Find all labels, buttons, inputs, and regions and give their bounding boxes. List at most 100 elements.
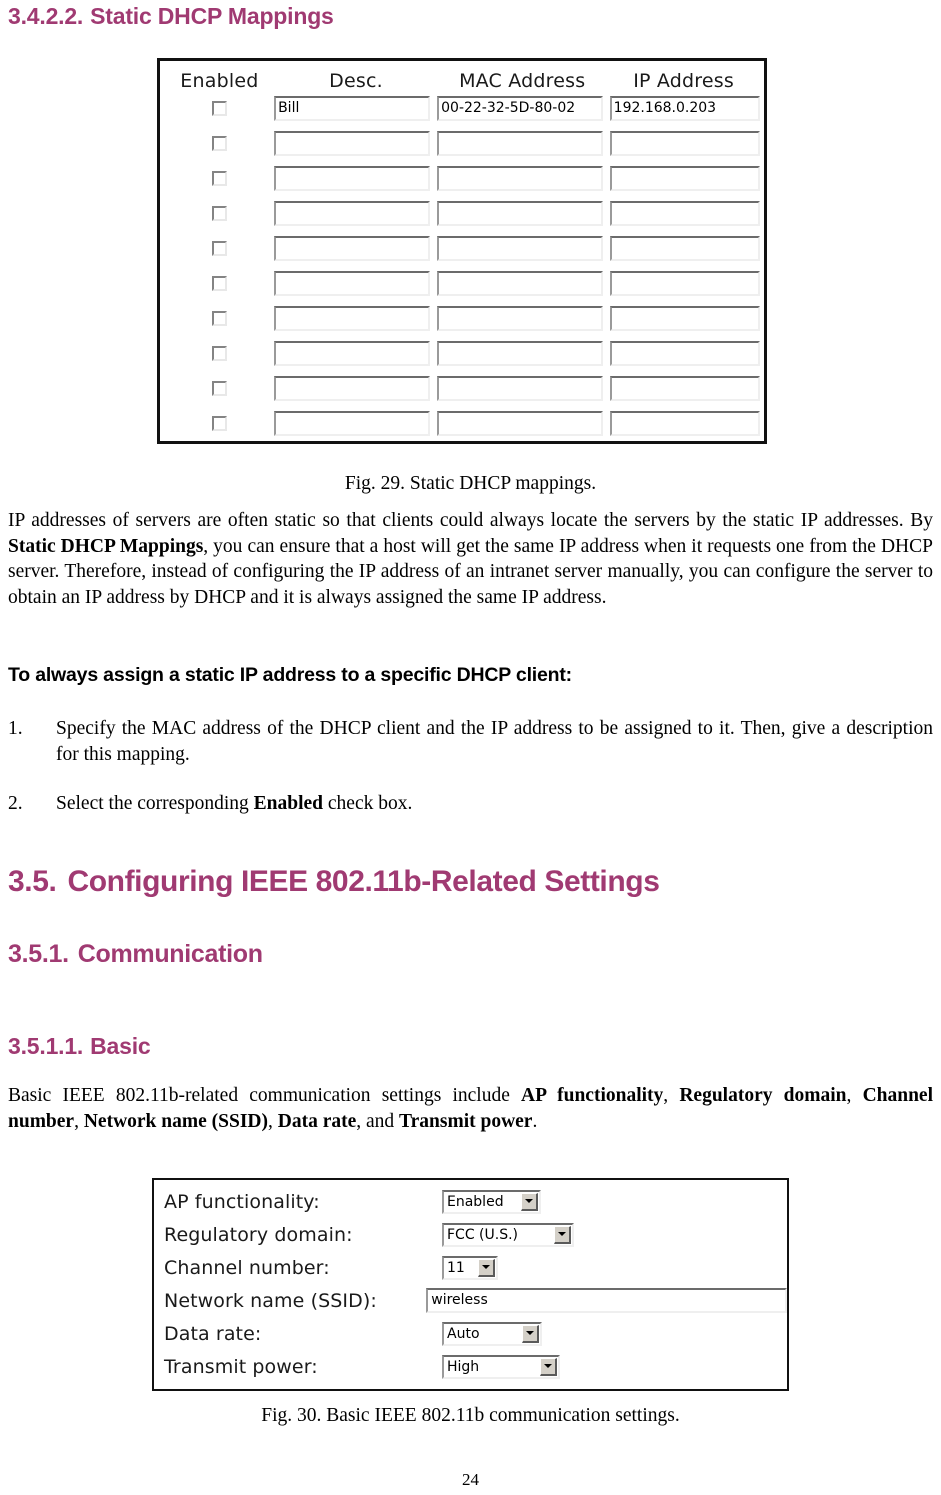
- ip-address-input[interactable]: [609, 411, 760, 436]
- mac-address-input[interactable]: [437, 166, 603, 191]
- table-row: [160, 336, 764, 371]
- ip-address-input[interactable]: [609, 271, 760, 296]
- figure-basic-80211b-settings: AP functionality: Enabled Regulatory dom…: [152, 1178, 789, 1391]
- table-row: [160, 196, 764, 231]
- figure-30-caption: Fig. 30. Basic IEEE 802.11b communicatio…: [261, 1405, 680, 1426]
- label-network-name-ssid: Network name (SSID):: [164, 1289, 377, 1312]
- mac-address-input[interactable]: [437, 236, 603, 261]
- table-row: [160, 231, 764, 266]
- enabled-cell: [164, 171, 274, 186]
- heading-3-5: 3.5. Configuring IEEE 802.11b-Related Set…: [0, 865, 941, 898]
- enabled-checkbox[interactable]: [211, 171, 227, 186]
- enabled-cell: [164, 381, 274, 396]
- enabled-checkbox[interactable]: [211, 241, 227, 256]
- list-item: 1. Specify the MAC address of the DHCP cl…: [8, 716, 933, 767]
- enabled-checkbox[interactable]: [211, 136, 227, 151]
- ip-address-input[interactable]: [609, 341, 760, 366]
- dhcp-table-header-row: Enabled Desc. MAC Address IP Address: [160, 61, 764, 91]
- mac-address-input[interactable]: [437, 201, 603, 226]
- chevron-down-icon[interactable]: [478, 1258, 495, 1277]
- channel-number-select[interactable]: 11: [442, 1255, 498, 1280]
- channel-number-value: 11: [447, 1259, 465, 1276]
- desc-input[interactable]: [274, 201, 431, 226]
- form-row-network-name: Network name (SSID): wireless: [154, 1284, 787, 1317]
- figure-29-caption: Fig. 29. Static DHCP mappings.: [344, 473, 597, 494]
- heading-3-5-1: 3.5.1. Communication: [0, 940, 941, 969]
- desc-input[interactable]: [274, 341, 431, 366]
- ip-address-input[interactable]: [609, 306, 760, 331]
- heading-3-5-1-title: Communication: [77, 940, 263, 968]
- ip-address-input[interactable]: 192.168.0.203: [609, 96, 760, 121]
- step-2-bold-term: Enabled: [253, 793, 324, 814]
- enabled-checkbox[interactable]: [211, 346, 227, 361]
- column-header-mac-address: MAC Address: [459, 70, 586, 92]
- enabled-checkbox[interactable]: [211, 416, 227, 431]
- label-regulatory-domain: Regulatory domain:: [164, 1223, 353, 1246]
- term-network-name: Network name (SSID): [83, 1110, 268, 1132]
- heading-3-4-2-2-number: 3.4.2.2.: [8, 3, 84, 29]
- document-page: 3.4.2.2. Static DHCP Mappings Enabled Des…: [0, 0, 941, 1495]
- form-row-transmit-power: Transmit power: High: [154, 1350, 787, 1383]
- mac-address-input[interactable]: [437, 271, 603, 296]
- enabled-checkbox[interactable]: [211, 276, 227, 291]
- sep-5: , and: [356, 1110, 400, 1132]
- chevron-down-icon[interactable]: [521, 1192, 538, 1211]
- page-number: 24: [462, 1470, 479, 1489]
- desc-input[interactable]: [274, 271, 431, 296]
- step-number: 2.: [8, 793, 23, 814]
- ap-functionality-select[interactable]: Enabled: [442, 1189, 541, 1214]
- intro-bold-term: Static DHCP Mappings: [8, 535, 204, 557]
- network-name-input[interactable]: wireless: [426, 1288, 787, 1313]
- chevron-down-icon[interactable]: [522, 1324, 539, 1343]
- enabled-cell: [164, 346, 274, 361]
- enabled-cell: [164, 101, 274, 116]
- ip-address-input[interactable]: [609, 236, 760, 261]
- enabled-checkbox[interactable]: [211, 206, 227, 221]
- desc-input[interactable]: [274, 411, 431, 436]
- column-header-enabled: Enabled: [180, 70, 259, 92]
- ip-address-input[interactable]: [609, 166, 760, 191]
- table-row: [160, 371, 764, 406]
- desc-input[interactable]: [274, 376, 431, 401]
- ip-address-input[interactable]: [609, 201, 760, 226]
- heading-3-5-1-number: 3.5.1.: [8, 940, 69, 968]
- term-transmit-power: Transmit power: [399, 1110, 533, 1132]
- table-row: [160, 266, 764, 301]
- desc-input[interactable]: Bill: [274, 96, 431, 121]
- chevron-down-icon[interactable]: [540, 1357, 557, 1376]
- ip-address-input[interactable]: [609, 376, 760, 401]
- desc-input[interactable]: [274, 236, 431, 261]
- sep-2: ,: [846, 1085, 863, 1106]
- transmit-power-value: High: [447, 1358, 480, 1375]
- mac-address-input[interactable]: [437, 131, 603, 156]
- data-rate-select[interactable]: Auto: [442, 1321, 542, 1346]
- enabled-cell: [164, 206, 274, 221]
- mac-address-input[interactable]: [437, 306, 603, 331]
- regulatory-domain-select[interactable]: FCC (U.S.): [442, 1222, 574, 1247]
- step-2-text-part-2: check box.: [323, 793, 413, 814]
- ip-address-input[interactable]: [609, 131, 760, 156]
- paragraph-static-dhcp-intro: IP addresses of servers are often static…: [0, 508, 941, 610]
- enabled-cell: [164, 136, 274, 151]
- desc-input[interactable]: [274, 131, 431, 156]
- heading-3-4-2-2-title: Static DHCP Mappings: [90, 3, 334, 29]
- label-transmit-power: Transmit power:: [164, 1355, 318, 1378]
- mac-address-input[interactable]: [437, 376, 603, 401]
- sep-3: ,: [74, 1110, 84, 1132]
- desc-input[interactable]: [274, 166, 431, 191]
- heading-3-5-1-1-title: Basic: [90, 1033, 151, 1059]
- enabled-checkbox[interactable]: [211, 101, 227, 116]
- paragraph-basic-settings: Basic IEEE 802.11b-related communication…: [0, 1083, 941, 1134]
- heading-3-5-1-1-number: 3.5.1.1.: [8, 1033, 84, 1059]
- mac-address-input[interactable]: [437, 341, 603, 366]
- chevron-down-icon[interactable]: [554, 1225, 571, 1244]
- mac-address-input[interactable]: 00-22-32-5D-80-02: [437, 96, 603, 121]
- enabled-checkbox[interactable]: [211, 381, 227, 396]
- mac-address-input[interactable]: [437, 411, 603, 436]
- table-row: [160, 161, 764, 196]
- label-channel-number: Channel number:: [164, 1256, 330, 1279]
- column-header-ip-address: IP Address: [633, 70, 734, 92]
- desc-input[interactable]: [274, 306, 431, 331]
- enabled-checkbox[interactable]: [211, 311, 227, 326]
- transmit-power-select[interactable]: High: [442, 1354, 560, 1379]
